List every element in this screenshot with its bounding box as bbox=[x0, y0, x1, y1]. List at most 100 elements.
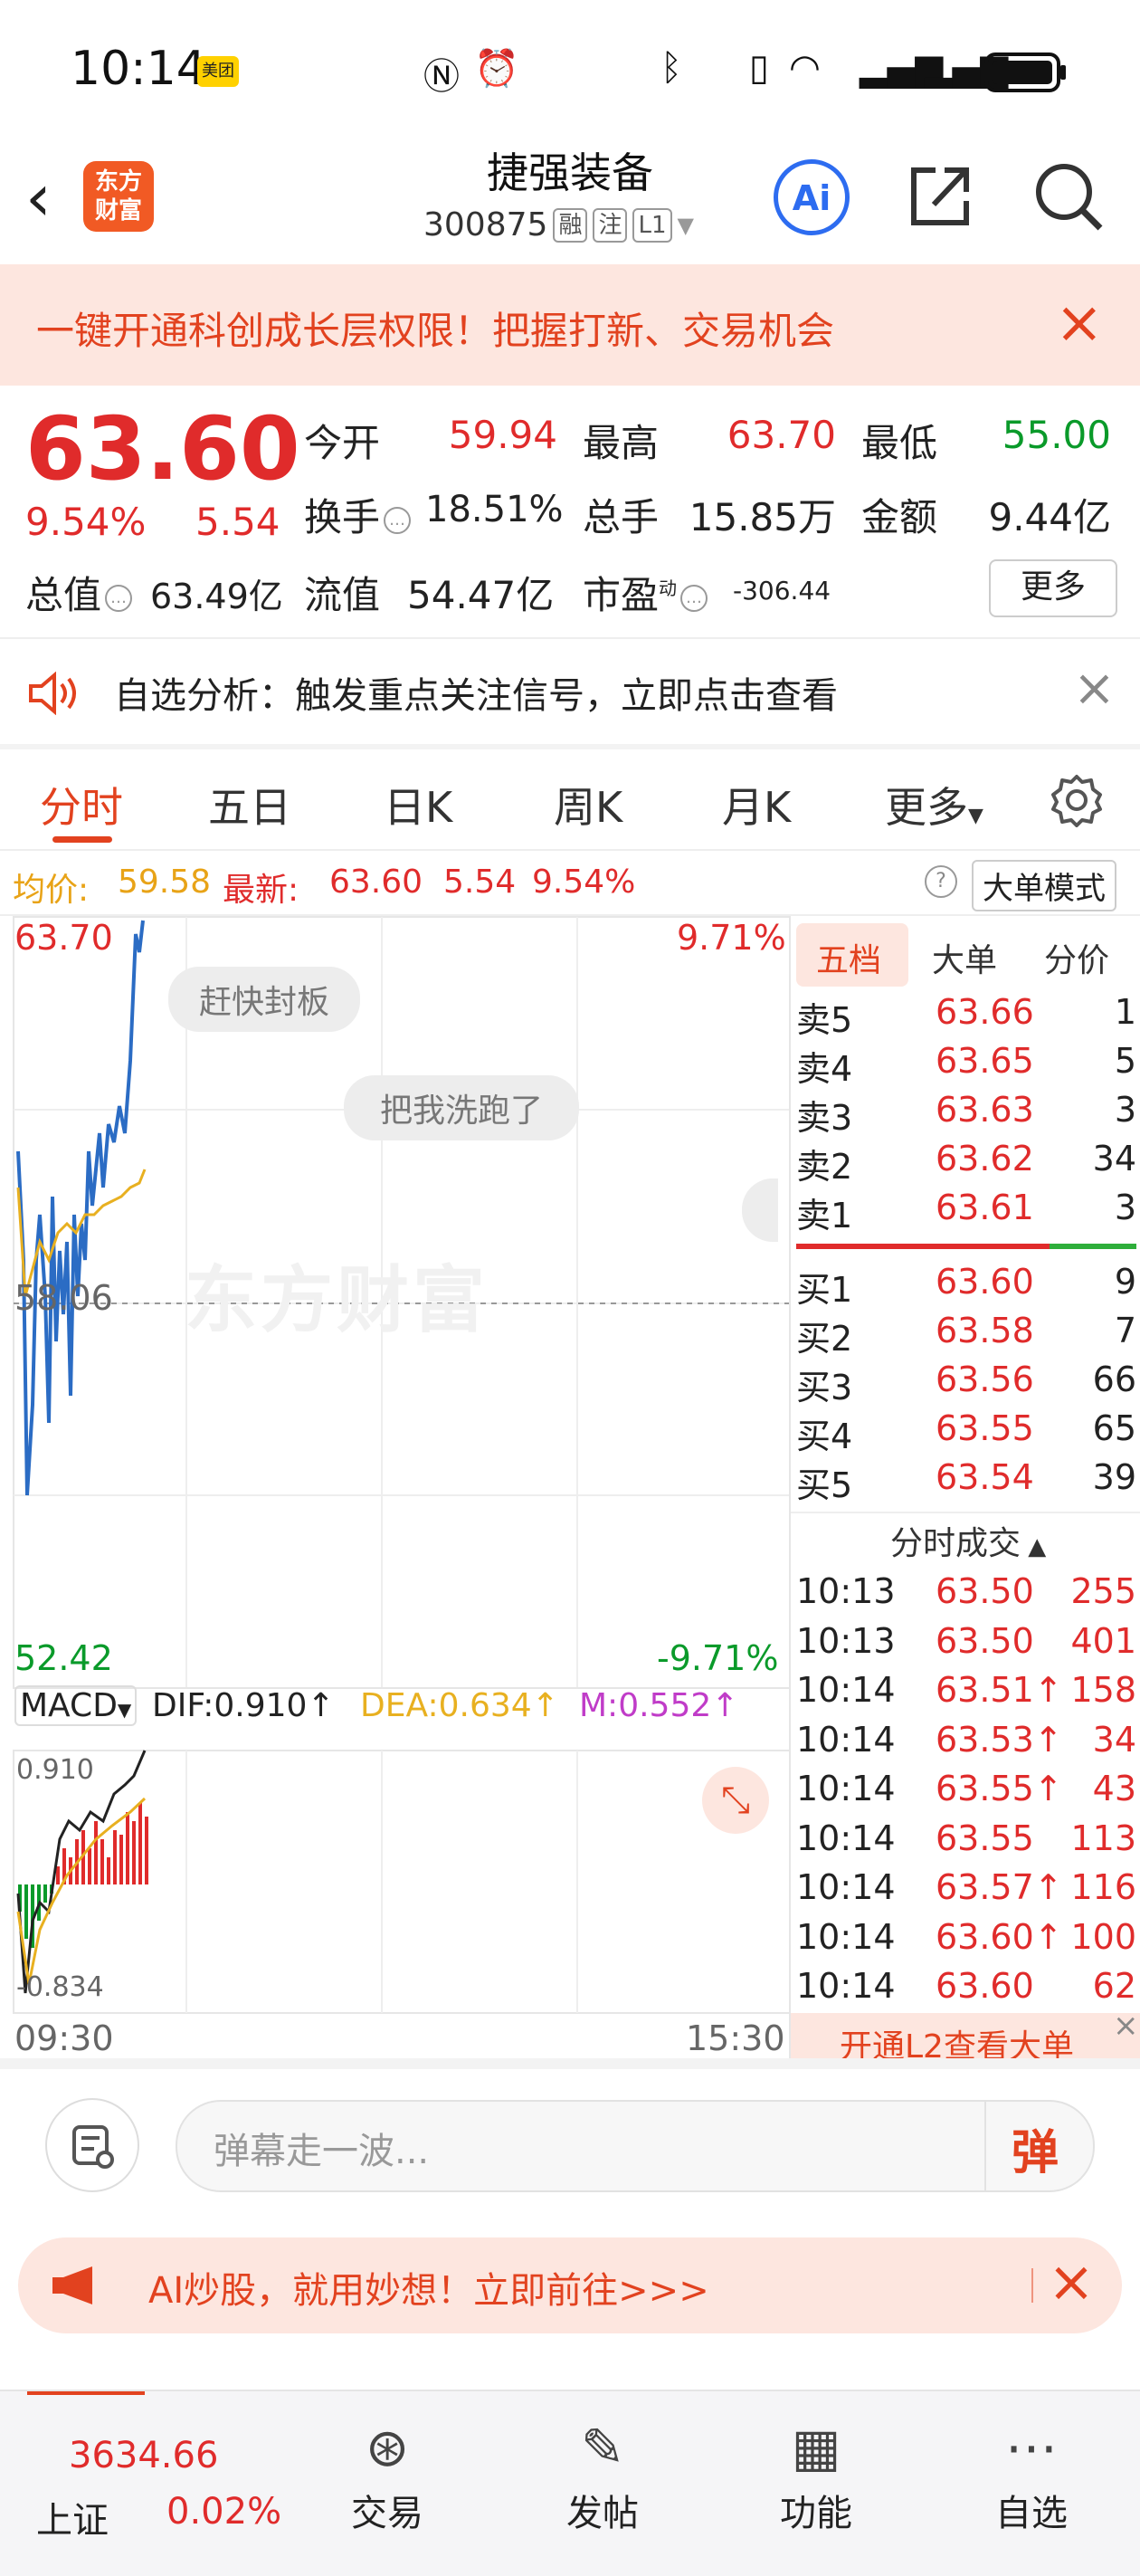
watermark: 东方财富 bbox=[185, 1258, 489, 1342]
indicator-selector[interactable]: MACD▼ bbox=[14, 1685, 138, 1726]
info-icon[interactable]: … bbox=[680, 584, 708, 612]
pe-label-text: 市盈 bbox=[583, 573, 660, 617]
nav-watchlist-label: 自选 bbox=[995, 2493, 1068, 2534]
alert-bar[interactable]: 自选分析：触发重点关注信号，立即点击查看 × bbox=[0, 639, 1140, 746]
tab-intraday[interactable]: 分时 bbox=[40, 775, 123, 835]
tab-weekly-k[interactable]: 周K bbox=[554, 775, 622, 835]
ask-volume: 5 bbox=[1114, 1041, 1136, 1081]
info-icon[interactable]: … bbox=[105, 584, 133, 612]
bid-price: 63.60 bbox=[936, 1262, 1034, 1302]
tab-price-distribution[interactable]: 分价 bbox=[1044, 934, 1109, 981]
tab-more-label: 更多 bbox=[885, 783, 968, 832]
close-icon[interactable]: × bbox=[1073, 659, 1116, 718]
ask-label: 卖2 bbox=[796, 1147, 853, 1187]
danmu-bubble: 赶快封板 bbox=[168, 967, 361, 1032]
info-icon[interactable]: … bbox=[384, 506, 412, 534]
edit-note-icon[interactable] bbox=[45, 2098, 139, 2192]
ask-volume: 34 bbox=[1092, 1139, 1136, 1178]
stock-code-row[interactable]: 300875 融 注 L1 ▼ bbox=[423, 206, 694, 243]
ai-banner-text: AI炒股，就用妙想！立即前往>>> bbox=[148, 2270, 709, 2312]
close-icon[interactable]: × bbox=[1055, 290, 1104, 357]
ask-row: 卖1 63.61 3 bbox=[791, 1188, 1140, 1236]
tab-big-orders[interactable]: 大单 bbox=[932, 934, 997, 981]
trade-time: 10:14 bbox=[796, 1719, 896, 1760]
tag-margin: 融 bbox=[553, 207, 588, 243]
pe-value: -306.44 bbox=[733, 576, 831, 606]
share-icon[interactable] bbox=[905, 159, 977, 232]
low-value: 55.00 bbox=[1002, 413, 1111, 457]
ask-price: 63.66 bbox=[936, 992, 1034, 1032]
speaker-icon bbox=[29, 672, 76, 715]
danmu-send-button[interactable]: 弹 bbox=[1012, 2114, 1059, 2182]
trades-title[interactable]: 分时成交 ▲ bbox=[890, 1517, 1046, 1564]
trade-row: 10:14 63.55↑ 43 bbox=[791, 1769, 1140, 1814]
mktcap-value: 63.49亿 bbox=[150, 577, 283, 616]
ask-price: 63.61 bbox=[936, 1188, 1034, 1227]
ai-button[interactable]: Ai bbox=[774, 159, 850, 235]
trade-time: 10:14 bbox=[796, 1916, 896, 1957]
more-button[interactable]: 更多 bbox=[989, 559, 1117, 617]
close-icon[interactable]: × bbox=[1048, 2248, 1095, 2314]
tab-daily-k[interactable]: 日K bbox=[384, 775, 452, 835]
index-ticker[interactable] bbox=[0, 2391, 280, 2576]
nav-watchlist[interactable]: ⋯ 自选 bbox=[959, 2391, 1104, 2536]
trade-volume: 255 bbox=[1070, 1571, 1136, 1611]
trade-row: 10:14 63.53↑ 34 bbox=[791, 1720, 1140, 1765]
nav-trade[interactable]: ⊛ 交易 bbox=[315, 2391, 460, 2536]
close-icon[interactable]: × bbox=[1113, 2008, 1139, 2044]
trade-time: 10:13 bbox=[796, 1571, 896, 1611]
macd-bar bbox=[113, 1830, 117, 1884]
search-icon[interactable] bbox=[1030, 157, 1106, 234]
tab-five-levels[interactable]: 五档 bbox=[816, 934, 881, 981]
dea-value: DEA:0.634↑ bbox=[360, 1687, 559, 1724]
tab-monthly-k[interactable]: 月K bbox=[722, 775, 791, 835]
y-top-label: 63.70 bbox=[14, 918, 113, 958]
danmu-input[interactable]: 弹幕走一波... 弹 bbox=[176, 2100, 1095, 2192]
grid-icon: ▦ bbox=[791, 2417, 841, 2478]
stock-name: 捷强装备 bbox=[487, 148, 653, 197]
divider bbox=[791, 1512, 1140, 1513]
trade-price: 63.50 bbox=[936, 1620, 1034, 1661]
bid-label: 买4 bbox=[796, 1417, 853, 1456]
tab-more[interactable]: 更多▼ bbox=[885, 775, 983, 835]
yen-icon: ⊛ bbox=[365, 2417, 410, 2478]
big-order-mode-button[interactable]: 大单模式 bbox=[972, 860, 1116, 911]
bid-row: 买3 63.56 66 bbox=[791, 1360, 1140, 1407]
expand-icon[interactable]: ⤡ bbox=[702, 1767, 769, 1834]
back-icon[interactable]: ‹ bbox=[25, 159, 52, 235]
alert-text: 自选分析：触发重点关注信号，立即点击查看 bbox=[114, 675, 838, 717]
nav-trade-label: 交易 bbox=[351, 2493, 423, 2534]
nav-functions-label: 功能 bbox=[780, 2493, 852, 2534]
intraday-chart[interactable]: 东方财富 63.70 58.06 52.42 9.71% -9.71% 赶快封板… bbox=[13, 916, 791, 2058]
change-amount: 5.54 bbox=[195, 500, 280, 544]
status-time: 10:14 bbox=[71, 42, 206, 96]
tab-five-day[interactable]: 五日 bbox=[208, 775, 291, 835]
nav-functions[interactable]: ▦ 功能 bbox=[744, 2391, 888, 2536]
pct-bottom-label: -9.71% bbox=[657, 1638, 779, 1678]
ask-volume: 3 bbox=[1114, 1188, 1136, 1227]
bid-row: 买1 63.60 9 bbox=[791, 1262, 1140, 1310]
trade-time: 10:13 bbox=[796, 1620, 896, 1661]
nav-post[interactable]: ✎ 发帖 bbox=[530, 2391, 675, 2536]
vibrate-icon: ▯ bbox=[749, 47, 770, 89]
turnover-label: 换手… bbox=[304, 487, 412, 542]
price-line bbox=[16, 920, 145, 1496]
macd-bar bbox=[100, 1839, 104, 1884]
danmu-placeholder: 弹幕走一波... bbox=[214, 2131, 430, 2172]
chevron-down-icon: ▼ bbox=[677, 212, 694, 238]
trade-price: 63.51↑ bbox=[936, 1670, 1063, 1710]
ask-volume: 3 bbox=[1114, 1090, 1136, 1130]
more-dots-icon: ⋯ bbox=[1005, 2417, 1058, 2478]
m-value: M:0.552↑ bbox=[579, 1687, 739, 1724]
settings-gear-icon[interactable] bbox=[1050, 773, 1104, 827]
trade-time: 10:14 bbox=[796, 1867, 896, 1907]
bid-price: 63.56 bbox=[936, 1360, 1034, 1399]
ai-banner[interactable]: AI炒股，就用妙想！立即前往>>> × bbox=[18, 2237, 1122, 2333]
trade-volume: 113 bbox=[1070, 1818, 1136, 1858]
active-tab-indicator bbox=[52, 836, 112, 843]
eastmoney-logo[interactable]: 东方 财富 bbox=[83, 161, 154, 232]
help-icon[interactable]: ? bbox=[925, 865, 957, 898]
promo-banner[interactable]: 一键开通科创成长层权限！把握打新、交易机会 × bbox=[0, 264, 1140, 386]
bid-label: 买5 bbox=[796, 1465, 853, 1505]
bid-price: 63.58 bbox=[936, 1311, 1034, 1350]
